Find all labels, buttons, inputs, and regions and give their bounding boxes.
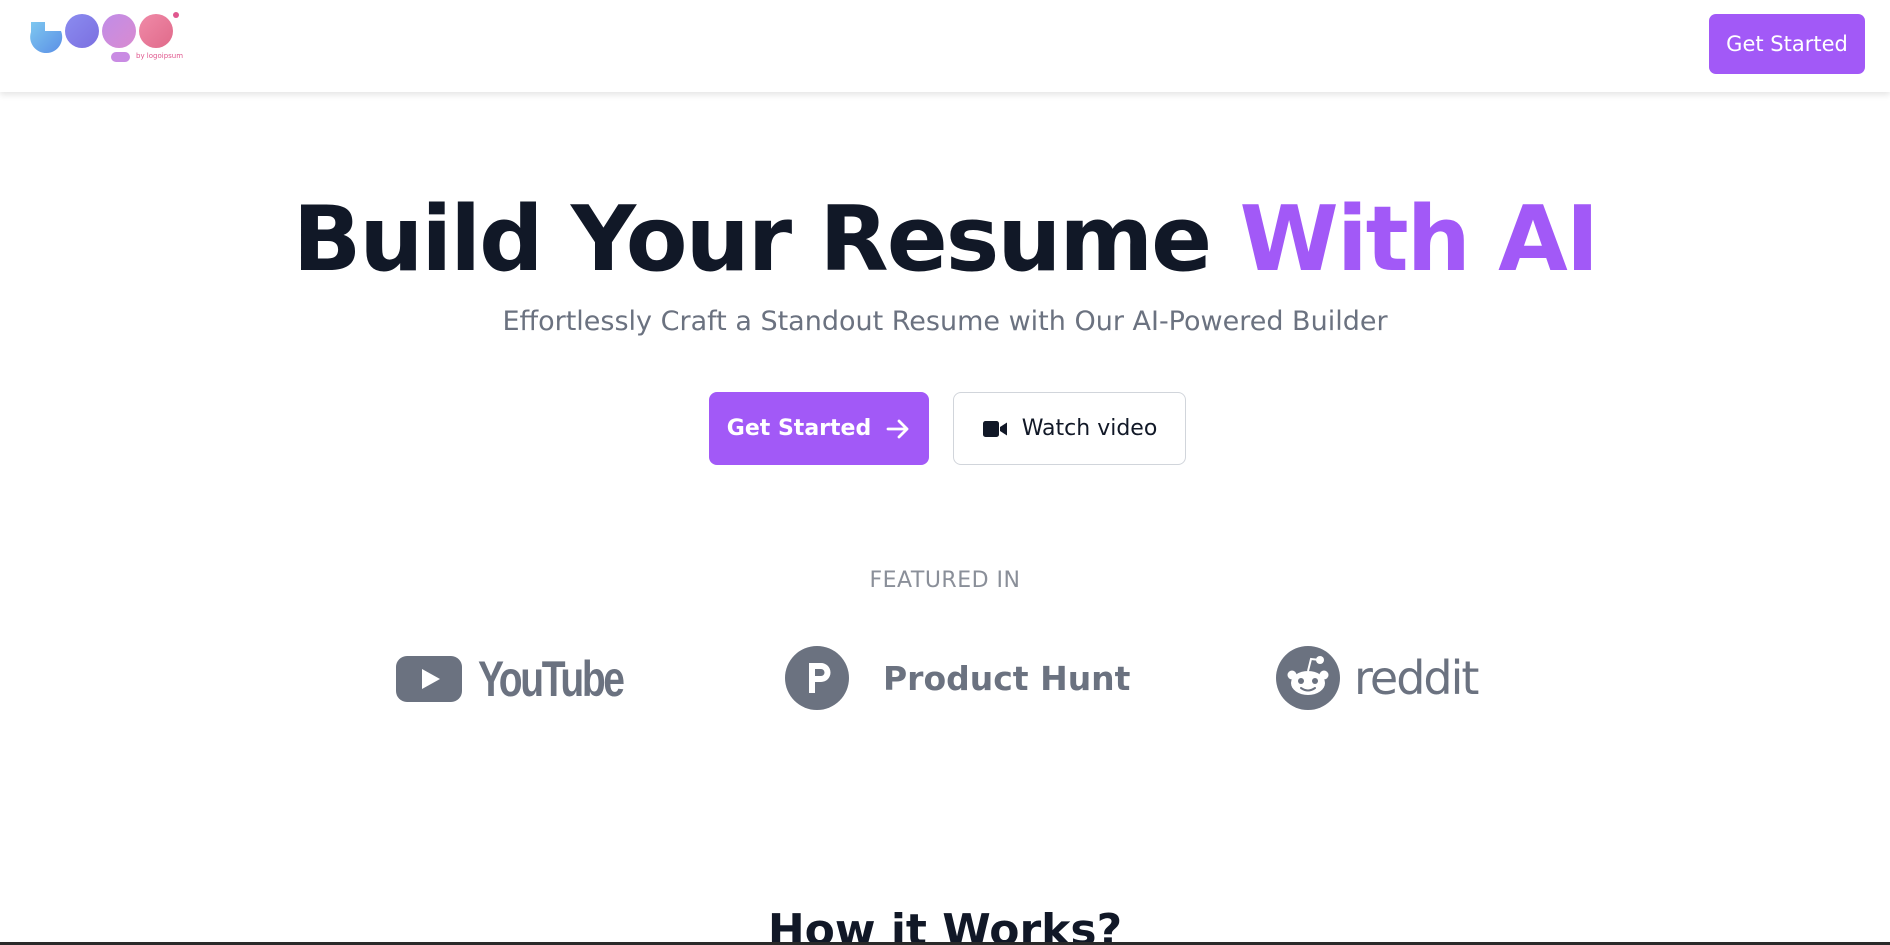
hero-title-accent: With AI [1239, 187, 1600, 292]
youtube-wordmark: YouTube [478, 651, 625, 707]
watch-video-button[interactable]: Watch video [953, 392, 1186, 465]
arrow-right-icon [886, 419, 909, 438]
featured-label: FEATURED IN [869, 568, 1021, 593]
product-hunt-logo: Product Hunt [785, 646, 1130, 710]
youtube-icon [396, 656, 462, 702]
video-camera-icon [982, 420, 1007, 437]
reddit-icon [1276, 646, 1340, 710]
navbar: by logoipsum Get Started [0, 0, 1890, 92]
reddit-logo: reddit [1276, 646, 1479, 710]
get-started-button[interactable]: Get Started [709, 392, 929, 465]
hero-title-main: Build Your Resume [292, 187, 1240, 292]
youtube-logo: YouTube [396, 650, 663, 708]
how-it-works-heading: How it Works? [767, 905, 1123, 945]
reddit-wordmark: reddit [1354, 651, 1479, 705]
watch-video-label: Watch video [1021, 416, 1158, 441]
hero-subtitle: Effortlessly Craft a Standout Resume wit… [502, 306, 1388, 337]
nav-get-started-button[interactable]: Get Started [1709, 14, 1865, 74]
logo-subtext: by logoipsum [136, 52, 184, 60]
get-started-label: Get Started [726, 416, 872, 441]
hero-title: Build Your Resume With AI [0, 190, 1890, 290]
product-hunt-wordmark: Product Hunt [883, 658, 1131, 698]
product-hunt-icon [785, 646, 849, 710]
